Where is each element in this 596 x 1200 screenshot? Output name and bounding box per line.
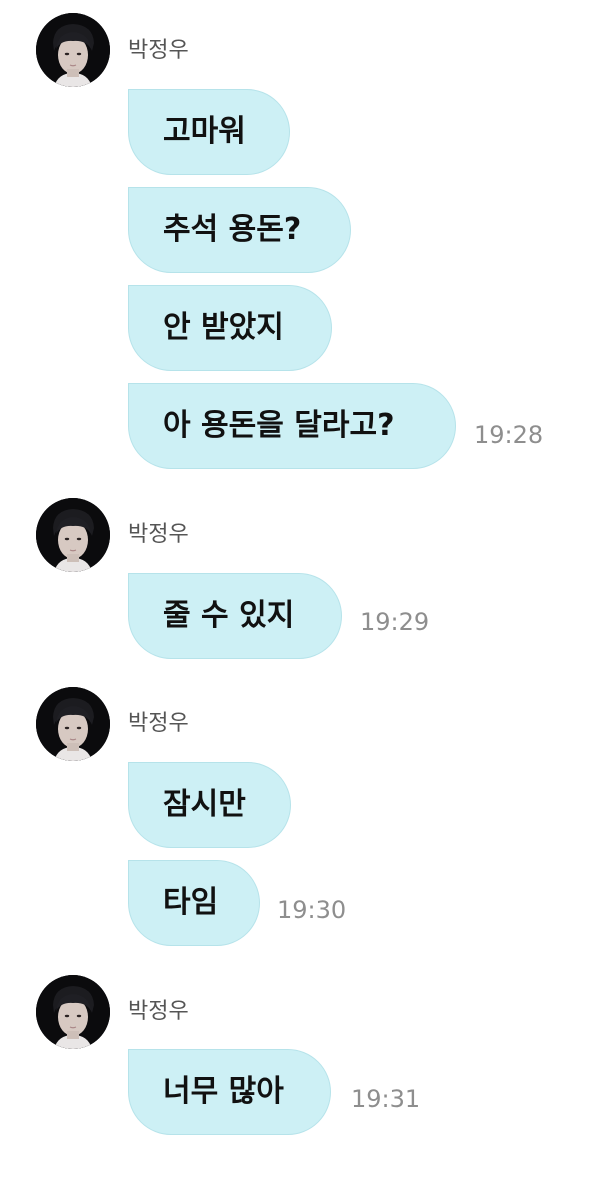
timestamp: 19:31 (351, 1085, 421, 1113)
message-bubble[interactable]: 너무 많아 (128, 1049, 331, 1135)
message-bubble[interactable]: 아 용돈을 달라고? (128, 383, 456, 469)
message-bubble[interactable]: 타임 (128, 860, 260, 946)
message-bubble[interactable]: 추석 용돈? (128, 187, 351, 273)
message-bubble[interactable]: 고마워 (128, 89, 290, 175)
avatar[interactable] (36, 13, 110, 87)
message-bubble[interactable]: 줄 수 있지 (128, 573, 342, 659)
avatar[interactable] (36, 687, 110, 761)
sender-name: 박정우 (128, 522, 189, 547)
avatar[interactable] (36, 975, 110, 1049)
avatar-portrait-icon (36, 975, 110, 1049)
sender-name: 박정우 (128, 711, 189, 736)
avatar-portrait-icon (36, 498, 110, 572)
timestamp: 19:30 (277, 896, 347, 924)
sender-name: 박정우 (128, 999, 189, 1024)
avatar-portrait-icon (36, 13, 110, 87)
sender-name: 박정우 (128, 38, 189, 63)
avatar-portrait-icon (36, 687, 110, 761)
message-bubble[interactable]: 안 받았지 (128, 285, 332, 371)
timestamp: 19:29 (360, 608, 430, 636)
avatar[interactable] (36, 498, 110, 572)
timestamp: 19:28 (474, 421, 544, 449)
message-bubble[interactable]: 잠시만 (128, 762, 291, 848)
